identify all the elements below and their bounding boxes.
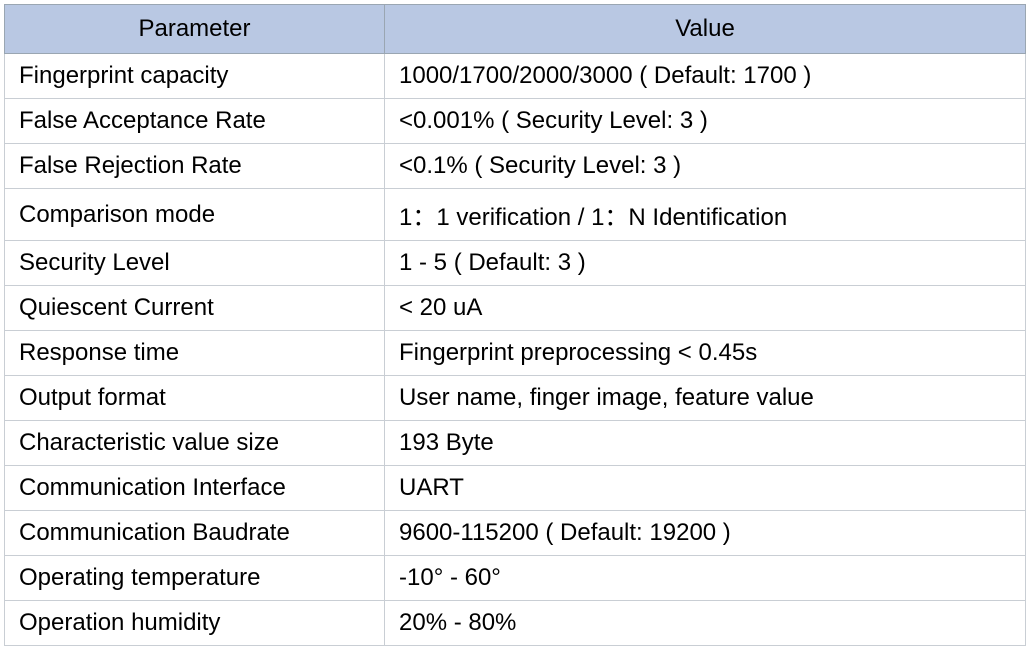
table-row: Operation humidity 20% - 80% (5, 601, 1026, 646)
cell-parameter: Security Level (5, 241, 385, 286)
spec-table: Parameter Value Fingerprint capacity 100… (4, 4, 1026, 646)
cell-value: Fingerprint preprocessing < 0.45s (385, 331, 1026, 376)
table-row: Operating temperature -10° - 60° (5, 556, 1026, 601)
cell-value: 9600-115200 ( Default: 19200 ) (385, 511, 1026, 556)
table-row: Response time Fingerprint preprocessing … (5, 331, 1026, 376)
cell-value: 1 - 5 ( Default: 3 ) (385, 241, 1026, 286)
cell-value: 20% - 80% (385, 601, 1026, 646)
cell-parameter: False Rejection Rate (5, 144, 385, 189)
table-row: Fingerprint capacity 1000/1700/2000/3000… (5, 54, 1026, 99)
cell-parameter: Comparison mode (5, 189, 385, 241)
table-row: Quiescent Current < 20 uA (5, 286, 1026, 331)
table-row: False Rejection Rate <0.1% ( Security Le… (5, 144, 1026, 189)
cell-parameter: Communication Interface (5, 466, 385, 511)
table-row: Characteristic value size 193 Byte (5, 421, 1026, 466)
cell-parameter: Fingerprint capacity (5, 54, 385, 99)
cell-parameter: Operating temperature (5, 556, 385, 601)
table-header-row: Parameter Value (5, 5, 1026, 54)
cell-value: <0.001% ( Security Level: 3 ) (385, 99, 1026, 144)
header-value: Value (385, 5, 1026, 54)
cell-value: <0.1% ( Security Level: 3 ) (385, 144, 1026, 189)
cell-value: 193 Byte (385, 421, 1026, 466)
cell-parameter: Quiescent Current (5, 286, 385, 331)
table-row: Output format User name, finger image, f… (5, 376, 1026, 421)
cell-parameter: Operation humidity (5, 601, 385, 646)
cell-value: 1：1 verification / 1：N Identification (385, 189, 1026, 241)
cell-value: < 20 uA (385, 286, 1026, 331)
cell-parameter: Output format (5, 376, 385, 421)
cell-parameter: Response time (5, 331, 385, 376)
cell-value: UART (385, 466, 1026, 511)
cell-value: User name, finger image, feature value (385, 376, 1026, 421)
cell-parameter: False Acceptance Rate (5, 99, 385, 144)
cell-value: -10° - 60° (385, 556, 1026, 601)
cell-parameter: Characteristic value size (5, 421, 385, 466)
cell-value: 1000/1700/2000/3000 ( Default: 1700 ) (385, 54, 1026, 99)
table-row: Communication Baudrate 9600-115200 ( Def… (5, 511, 1026, 556)
cell-parameter: Communication Baudrate (5, 511, 385, 556)
table-row: Security Level 1 - 5 ( Default: 3 ) (5, 241, 1026, 286)
table-row: False Acceptance Rate <0.001% ( Security… (5, 99, 1026, 144)
table-row: Comparison mode 1：1 verification / 1：N I… (5, 189, 1026, 241)
header-parameter: Parameter (5, 5, 385, 54)
table-row: Communication Interface UART (5, 466, 1026, 511)
